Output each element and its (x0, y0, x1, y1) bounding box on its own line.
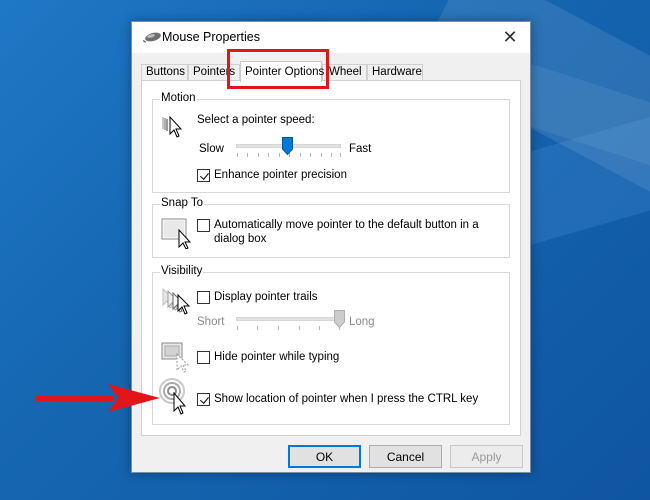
annotation-arrow (36, 384, 160, 412)
enhance-precision-label: Enhance pointer precision (214, 169, 347, 181)
pointer-speed-icon (162, 115, 183, 138)
trail-tick (278, 326, 279, 330)
tab-panel: Motion Select a pointer speed: Slow Fast… (141, 80, 521, 436)
speed-tick (321, 153, 322, 157)
trail-tick (237, 326, 238, 330)
speed-tick (268, 153, 269, 157)
pointer-speed-prompt: Select a pointer speed: (197, 114, 315, 126)
snap-to-checkbox[interactable] (197, 219, 210, 232)
trail-tick (299, 326, 300, 330)
speed-tick (247, 153, 248, 157)
tab-buttons[interactable]: Buttons (141, 64, 188, 81)
hide-pointer-icon (161, 342, 190, 373)
short-label: Short (197, 316, 225, 328)
speed-tick (237, 153, 238, 157)
tab-hardware[interactable]: Hardware (367, 64, 423, 81)
cancel-button[interactable]: Cancel (369, 445, 442, 468)
hide-pointer-label: Hide pointer while typing (214, 351, 340, 363)
pointer-trails-thumb[interactable] (334, 310, 345, 328)
pointer-trails-checkbox[interactable] (197, 291, 210, 304)
mouse-icon (143, 32, 161, 43)
enhance-precision-checkbox[interactable] (197, 169, 210, 182)
speed-tick (258, 153, 259, 157)
snap-to-label-line1: Automatically move pointer to the defaul… (214, 219, 479, 231)
close-icon: ✕ (502, 27, 518, 47)
long-label: Long (349, 316, 375, 328)
motion-group: Motion Select a pointer speed: Slow Fast… (152, 92, 510, 193)
tab-highlight-box (227, 49, 329, 89)
window-title: Mouse Properties (162, 30, 260, 44)
speed-tick (310, 153, 311, 157)
snap-to-icon (161, 218, 192, 249)
snap-to-group-label: Snap To (160, 197, 204, 209)
pointer-trails-icon (162, 287, 191, 315)
title-bar: Mouse Properties ✕ (132, 22, 530, 53)
close-button[interactable]: ✕ (490, 22, 530, 53)
pointer-location-icon (159, 378, 187, 415)
show-location-checkbox[interactable] (197, 393, 210, 406)
speed-tick (279, 153, 280, 157)
speed-tick (331, 153, 332, 157)
show-location-label: Show location of pointer when I press th… (214, 393, 479, 405)
pointer-trails-track[interactable] (236, 317, 341, 321)
trail-tick (257, 326, 258, 330)
speed-tick (340, 153, 341, 157)
ok-button[interactable]: OK (288, 445, 361, 468)
visibility-group-label: Visibility (160, 265, 204, 277)
snap-to-label-line2: dialog box (214, 233, 267, 245)
pointer-speed-thumb[interactable] (282, 137, 293, 155)
fast-label: Fast (349, 143, 372, 155)
pointer-trails-label: Display pointer trails (214, 291, 318, 303)
apply-button[interactable]: Apply (450, 445, 523, 468)
tab-strip: Buttons Pointers Pointer Options Wheel H… (141, 61, 521, 82)
trail-tick (319, 326, 320, 330)
speed-tick (300, 153, 301, 157)
hide-pointer-checkbox[interactable] (197, 351, 210, 364)
mouse-properties-dialog: Mouse Properties ✕ Buttons Pointers Poin… (131, 21, 531, 473)
motion-group-label: Motion (160, 92, 197, 104)
slow-label: Slow (199, 143, 224, 155)
visibility-group: Visibility Display pointer trails Short … (152, 265, 510, 425)
snap-to-group: Snap To Automatically move pointer to th… (152, 197, 510, 258)
